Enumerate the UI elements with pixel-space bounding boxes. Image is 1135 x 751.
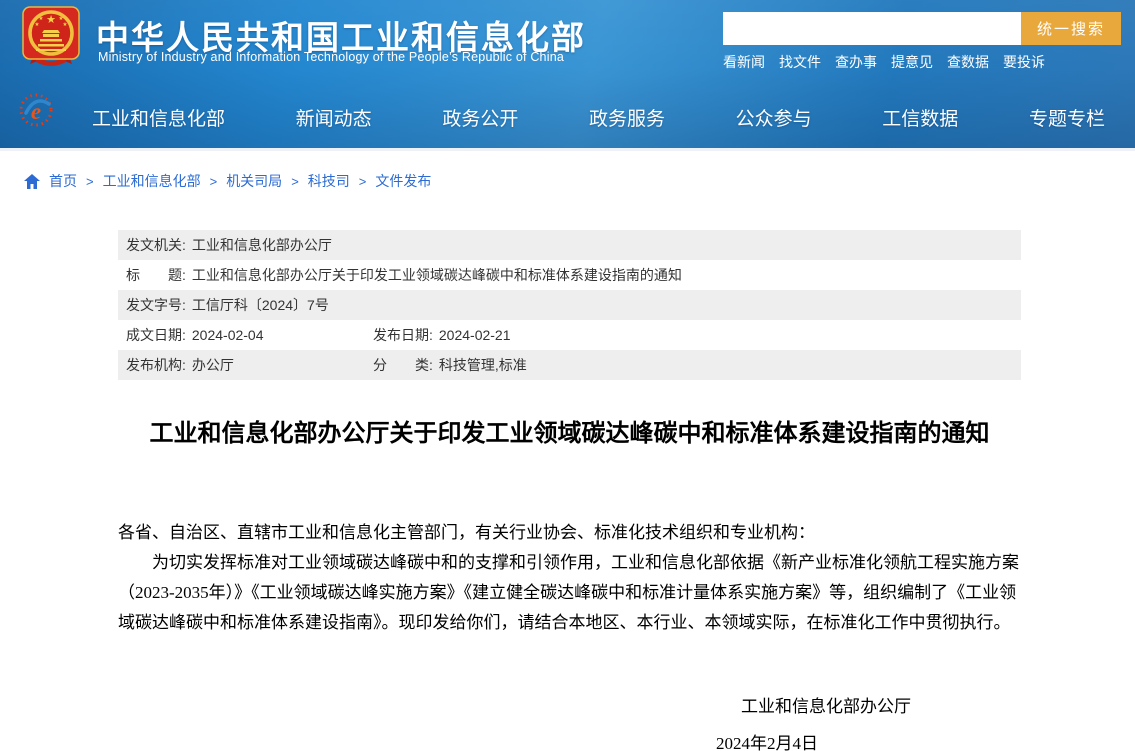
signature-org: 工业和信息化部办公厅 <box>118 692 1021 717</box>
svg-text:★: ★ <box>46 14 56 26</box>
publish-org-value: 办公厅 <box>192 355 234 375</box>
main-nav: 工业和信息化部 新闻动态 政务公开 政务服务 公众参与 工信数据 专题专栏 <box>92 86 1105 148</box>
meta-row-doc-number: 发文字号: 工信厅科〔2024〕7号 <box>118 290 1021 320</box>
written-date-label: 成文日期: <box>126 325 186 345</box>
document-meta-table: 发文机关: 工业和信息化部办公厅 标 题: 工业和信息化部办公厅关于印发工业领域… <box>118 230 1021 380</box>
issuing-office-label: 发文机关: <box>126 235 186 255</box>
breadcrumb-separator: > <box>291 174 299 189</box>
article-paragraph: 为切实发挥标准对工业领域碳达峰碳中和的支撑和引领作用，工业和信息化部依据《新产业… <box>118 548 1021 638</box>
nav-item-gov-services[interactable]: 政务服务 <box>589 104 665 131</box>
publish-date-label: 发布日期: <box>373 325 433 345</box>
nav-item-special-topics[interactable]: 专题专栏 <box>1029 104 1105 131</box>
miit-e-logo-icon: e <box>18 92 54 128</box>
nav-item-miit[interactable]: 工业和信息化部 <box>92 104 225 131</box>
meta-row-title: 标 题: 工业和信息化部办公厅关于印发工业领域碳达峰碳中和标准体系建设指南的通知 <box>118 260 1021 290</box>
quick-link-complaint[interactable]: 要投诉 <box>1003 52 1045 72</box>
category-value: 科技管理,标准 <box>439 355 527 375</box>
nav-item-news[interactable]: 新闻动态 <box>296 104 372 131</box>
search-button[interactable]: 统一搜索 <box>1021 12 1121 45</box>
document-content: 发文机关: 工业和信息化部办公厅 标 题: 工业和信息化部办公厅关于印发工业领域… <box>118 230 1021 751</box>
breadcrumb-separator: > <box>210 174 218 189</box>
meta-row-org-category: 发布机构: 办公厅 分 类: 科技管理,标准 <box>118 350 1021 380</box>
quick-link-news[interactable]: 看新闻 <box>723 52 765 72</box>
publish-date-value: 2024-02-21 <box>439 327 511 343</box>
doc-number-value: 工信厅科〔2024〕7号 <box>192 295 329 315</box>
site-subtitle: Ministry of Industry and Information Tec… <box>98 50 564 64</box>
article-salutation: 各省、自治区、直辖市工业和信息化主管部门，有关行业协会、标准化技术组织和专业机构… <box>118 518 1021 548</box>
article-title: 工业和信息化部办公厅关于印发工业领域碳达峰碳中和标准体系建设指南的通知 <box>118 413 1021 448</box>
breadcrumb-science-tech-dept[interactable]: 科技司 <box>308 171 350 191</box>
quick-links: 看新闻 找文件 查办事 提意见 查数据 要投诉 <box>723 52 1045 72</box>
svg-text:★: ★ <box>63 22 68 28</box>
quick-link-feedback[interactable]: 提意见 <box>891 52 933 72</box>
doc-title-value: 工业和信息化部办公厅关于印发工业领域碳达峰碳中和标准体系建设指南的通知 <box>192 265 682 285</box>
category-label: 分 类: <box>373 355 433 375</box>
signature-block: 工业和信息化部办公厅 2024年2月4日 <box>118 692 1021 751</box>
signature-date: 2024年2月4日 <box>118 729 1021 751</box>
breadcrumb-home[interactable]: 首页 <box>49 171 77 191</box>
breadcrumb-miit[interactable]: 工业和信息化部 <box>103 171 201 191</box>
breadcrumb-separator: > <box>86 174 94 189</box>
search-input[interactable] <box>723 12 1021 45</box>
quick-link-services[interactable]: 查办事 <box>835 52 877 72</box>
quick-link-data[interactable]: 查数据 <box>947 52 989 72</box>
quick-link-files[interactable]: 找文件 <box>779 52 821 72</box>
national-emblem-icon: ★ ★ ★ ★ ★ <box>22 6 80 68</box>
home-icon[interactable] <box>24 174 40 189</box>
doc-number-label: 发文字号: <box>126 295 186 315</box>
meta-row-issuing-office: 发文机关: 工业和信息化部办公厅 <box>118 230 1021 260</box>
breadcrumb-document-release[interactable]: 文件发布 <box>375 171 431 191</box>
publish-org-label: 发布机构: <box>126 355 186 375</box>
doc-title-label: 标 题: <box>126 265 186 285</box>
nav-item-miit-data[interactable]: 工信数据 <box>882 104 958 131</box>
meta-row-dates: 成文日期: 2024-02-04 发布日期: 2024-02-21 <box>118 320 1021 350</box>
svg-text:e: e <box>31 99 41 124</box>
site-header: ★ ★ ★ ★ ★ 中华人民共和国工业和信息化部 Ministry of Ind… <box>0 0 1135 148</box>
breadcrumb-departments[interactable]: 机关司局 <box>226 171 282 191</box>
issuing-office-value: 工业和信息化部办公厅 <box>192 235 332 255</box>
breadcrumb: 首页 > 工业和信息化部 > 机关司局 > 科技司 > 文件发布 <box>0 151 1135 191</box>
breadcrumb-separator: > <box>359 174 367 189</box>
article-body: 各省、自治区、直辖市工业和信息化主管部门，有关行业协会、标准化技术组织和专业机构… <box>118 518 1021 638</box>
nav-item-public-participation[interactable]: 公众参与 <box>736 104 812 131</box>
nav-item-gov-disclosure[interactable]: 政务公开 <box>442 104 518 131</box>
written-date-value: 2024-02-04 <box>192 327 264 343</box>
svg-text:★: ★ <box>35 22 40 28</box>
